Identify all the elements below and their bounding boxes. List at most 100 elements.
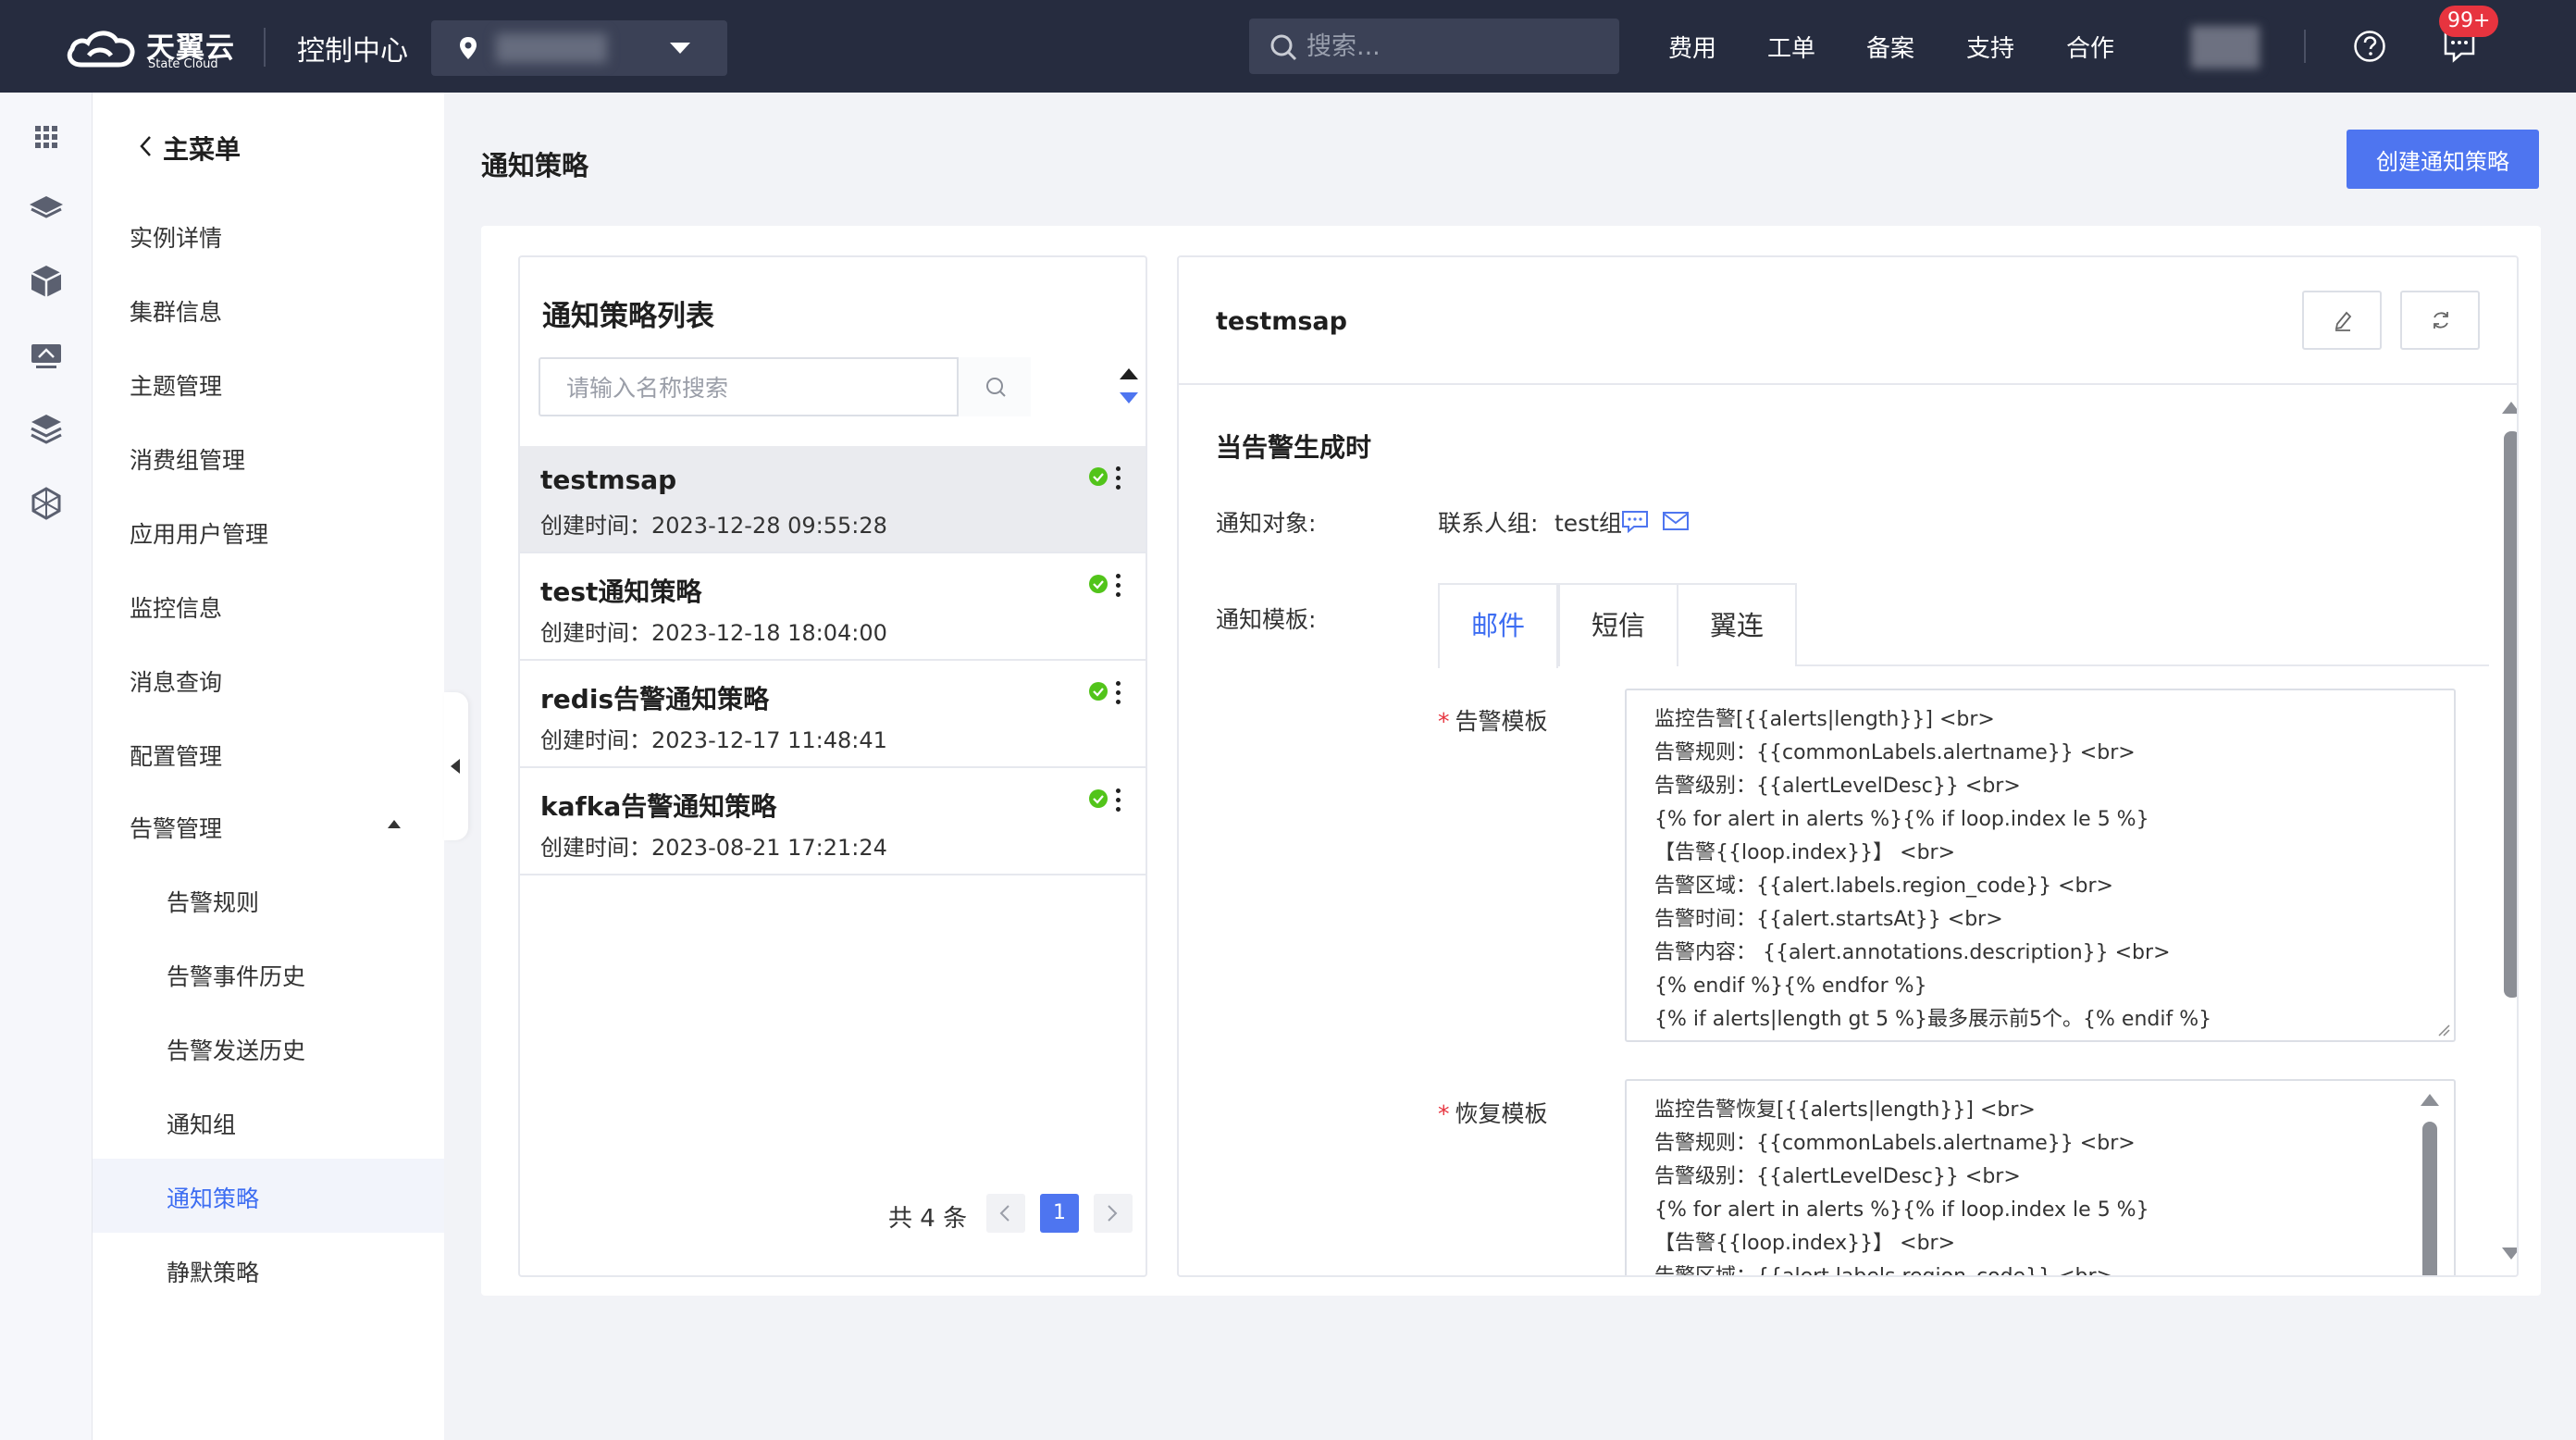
list-item[interactable]: kafka告警通知策略 创建时间：2023-08-21 17:21:24 — [520, 768, 1146, 875]
scroll-up-icon[interactable] — [2421, 1094, 2439, 1106]
global-search[interactable] — [1249, 19, 1619, 74]
nav-filing[interactable]: 备案 — [1866, 30, 1914, 64]
refresh-button[interactable] — [2400, 291, 2480, 350]
chevron-right-icon — [1108, 1205, 1118, 1222]
recovery-template-content: 监控告警恢复[{{alerts|length}}] <br> 告警规则：{{co… — [1654, 1099, 2149, 1277]
policy-name: testmsap — [540, 465, 677, 495]
more-actions-icon[interactable] — [1114, 788, 1121, 814]
scrollbar-thumb[interactable] — [2504, 431, 2517, 998]
tab-sms[interactable]: 短信 — [1558, 583, 1678, 666]
sidebar: 主菜单 实例详情 集群信息 主题管理 消费组管理 应用用户管理 监控信息 消息查… — [93, 93, 444, 1440]
policy-detail-panel: testmsap 当告警生成时 通知对象: 联系人组: test组 通知模板: … — [1177, 255, 2519, 1277]
brand-subtitle: State Cloud — [148, 57, 218, 71]
sidebar-item-instance-details[interactable]: 实例详情 — [130, 220, 222, 254]
sort-desc-icon[interactable] — [1120, 392, 1138, 403]
sidebar-item-monitoring[interactable]: 监控信息 — [130, 590, 222, 624]
policy-list-title: 通知策略列表 — [542, 300, 714, 333]
sidebar-item-notify-policy[interactable]: 通知策略 — [167, 1181, 259, 1214]
chevron-left-icon[interactable] — [139, 135, 152, 157]
nav-support[interactable]: 支持 — [1966, 30, 2014, 64]
sidebar-item-alarm-management[interactable]: 告警管理 — [130, 811, 222, 844]
grid-icon[interactable] — [28, 118, 65, 155]
tab-email[interactable]: 邮件 — [1438, 583, 1558, 668]
policy-created-time: 创建时间：2023-08-21 17:21:24 — [540, 835, 887, 861]
scroll-down-icon[interactable] — [2502, 1248, 2517, 1260]
sidebar-item-silence-policy[interactable]: 静默策略 — [167, 1255, 259, 1288]
box-icon[interactable] — [28, 263, 65, 300]
email-icon — [1663, 512, 1689, 530]
policy-list-panel: 通知策略列表 testmsap 创建时间：2023-12-28 09:55:28… — [518, 255, 1147, 1277]
avatar[interactable] — [2191, 26, 2260, 68]
sort-asc-icon[interactable] — [1120, 368, 1138, 379]
monitor-icon[interactable] — [28, 337, 65, 374]
tab-yilian[interactable]: 翼连 — [1677, 583, 1797, 666]
collapse-arrow-icon — [451, 759, 460, 774]
create-policy-button[interactable]: 创建通知策略 — [2347, 130, 2539, 189]
message-count-badge: 99+ — [2439, 6, 2499, 37]
sidebar-item-config[interactable]: 配置管理 — [130, 739, 222, 772]
policy-search-button[interactable] — [957, 357, 1031, 416]
cube-network-icon[interactable] — [28, 485, 65, 522]
refresh-icon — [2434, 312, 2448, 329]
policy-name: kafka告警通知策略 — [540, 791, 777, 822]
search-icon — [986, 378, 1006, 397]
help-icon[interactable] — [2353, 30, 2386, 63]
contact-group-value: test组 — [1554, 510, 1623, 537]
sidebar-item-alarm-send-history[interactable]: 告警发送历史 — [167, 1033, 305, 1066]
chevron-left-icon — [999, 1205, 1009, 1222]
pager-page-current[interactable]: 1 — [1040, 1194, 1079, 1233]
brand-logo[interactable]: 天翼云 State Cloud — [65, 24, 236, 72]
divider — [2304, 30, 2306, 63]
sidebar-item-cluster-info[interactable]: 集群信息 — [130, 294, 222, 328]
pager-next-button[interactable] — [1094, 1194, 1133, 1233]
policy-created-time: 创建时间：2023-12-17 11:48:41 — [540, 727, 887, 753]
edit-icon — [2334, 311, 2352, 331]
list-item[interactable]: testmsap 创建时间：2023-12-28 09:55:28 — [520, 446, 1146, 553]
region-name-redacted — [496, 33, 607, 63]
more-actions-icon[interactable] — [1114, 681, 1121, 707]
stack-icon[interactable] — [28, 411, 65, 448]
policy-search-input[interactable] — [566, 372, 973, 403]
divider — [264, 28, 266, 67]
nav-tickets[interactable]: 工单 — [1767, 30, 1815, 64]
sidebar-collapse-handle[interactable] — [444, 692, 468, 840]
list-item[interactable]: test通知策略 创建时间：2023-12-18 18:04:00 — [520, 553, 1146, 661]
sidebar-item-topic-management[interactable]: 主题管理 — [130, 368, 222, 402]
global-search-input[interactable] — [1307, 30, 1603, 63]
resize-grip-icon[interactable] — [2437, 1024, 2450, 1037]
edit-button[interactable] — [2302, 291, 2382, 350]
search-icon — [1270, 34, 1297, 61]
pager-prev-button[interactable] — [986, 1194, 1025, 1233]
nav-fees[interactable]: 费用 — [1668, 30, 1716, 64]
template-tabs: 邮件 短信 翼连 — [1438, 583, 2489, 668]
location-pin-icon — [460, 37, 477, 59]
more-actions-icon[interactable] — [1114, 466, 1121, 492]
nav-partner[interactable]: 合作 — [2066, 30, 2114, 64]
status-ok-icon — [1089, 789, 1108, 808]
scrollbar-thumb[interactable] — [2422, 1122, 2437, 1275]
sidebar-item-app-users[interactable]: 应用用户管理 — [130, 516, 268, 550]
notify-target-label: 通知对象: — [1216, 510, 1317, 537]
control-center-link[interactable]: 控制中心 — [297, 28, 408, 68]
main-menu-back[interactable]: 主菜单 — [163, 130, 241, 167]
sidebar-item-alarm-rules[interactable]: 告警规则 — [167, 885, 259, 918]
policy-created-time: 创建时间：2023-12-28 09:55:28 — [540, 513, 887, 539]
pager-total: 共 4 条 — [888, 1205, 968, 1233]
alert-template-textarea[interactable]: 监控告警[{{alerts|length}}] <br> 告警规则：{{comm… — [1625, 689, 2456, 1042]
detail-policy-name: testmsap — [1216, 307, 1347, 336]
sidebar-item-consumer-group[interactable]: 消费组管理 — [130, 442, 245, 476]
caret-up-icon[interactable] — [387, 818, 402, 829]
scroll-up-icon[interactable] — [2502, 402, 2517, 414]
active-item-highlight — [93, 1159, 444, 1233]
layers-icon[interactable] — [28, 189, 65, 226]
brand-cloud-icon — [67, 31, 135, 68]
policy-created-time: 创建时间：2023-12-18 18:04:00 — [540, 620, 887, 646]
recovery-template-textarea[interactable]: 监控告警恢复[{{alerts|length}}] <br> 告警规则：{{co… — [1625, 1079, 2456, 1277]
sidebar-item-notify-group[interactable]: 通知组 — [167, 1107, 236, 1140]
list-item[interactable]: redis告警通知策略 创建时间：2023-12-17 11:48:41 — [520, 661, 1146, 768]
contact-group-label: 联系人组: — [1438, 510, 1539, 537]
sidebar-item-alarm-event-history[interactable]: 告警事件历史 — [167, 959, 305, 992]
region-select[interactable] — [431, 20, 727, 76]
more-actions-icon[interactable] — [1114, 574, 1121, 600]
sidebar-item-message-query[interactable]: 消息查询 — [130, 664, 222, 698]
